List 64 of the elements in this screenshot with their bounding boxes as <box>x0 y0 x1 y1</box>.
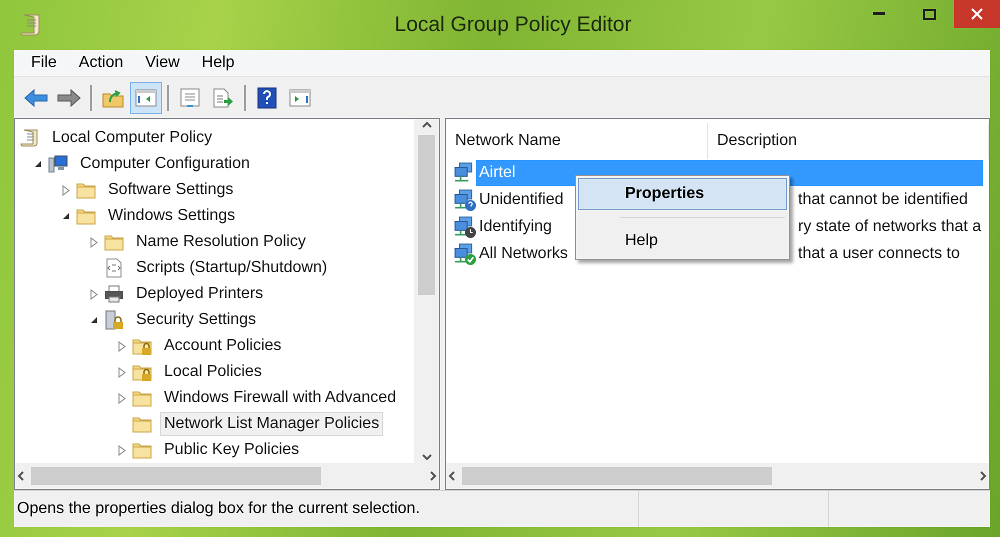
expanded-arrow-icon[interactable] <box>90 316 98 324</box>
network-description: ry state of networks that a <box>798 218 982 236</box>
collapsed-arrow-icon[interactable] <box>118 340 126 352</box>
network-clock-icon <box>454 216 476 238</box>
close-button[interactable] <box>954 0 1000 28</box>
menu-item[interactable]: Action <box>68 54 134 72</box>
expanded-arrow-icon[interactable] <box>62 212 70 220</box>
collapsed-arrow-icon[interactable] <box>118 444 126 456</box>
network-description: that cannot be identified <box>798 190 968 208</box>
tree-item[interactable]: Network List Manager Policies <box>160 412 384 436</box>
tree-item[interactable]: Deployed Printers <box>132 282 268 306</box>
collapsed-arrow-icon[interactable] <box>62 184 70 196</box>
computer-icon <box>48 154 68 174</box>
expanded-arrow-icon[interactable] <box>34 160 42 168</box>
network-name[interactable]: Identifying <box>479 218 552 236</box>
folder-arrow-icon <box>102 88 124 108</box>
server-lock-icon <box>104 310 124 330</box>
tree-item[interactable]: Public Key Policies <box>160 438 304 462</box>
minimize-icon <box>873 12 885 16</box>
collapsed-arrow-icon[interactable] <box>118 366 126 378</box>
tree-item[interactable]: Security Settings <box>132 308 260 332</box>
window-list-icon <box>179 88 201 108</box>
collapsed-arrow-icon[interactable] <box>118 392 126 404</box>
tree-item[interactable]: Local Policies <box>160 360 266 384</box>
horizontal-scrollbar[interactable] <box>15 463 439 489</box>
collapsed-arrow-icon[interactable] <box>90 288 98 300</box>
network-question-icon <box>454 188 476 210</box>
printer-icon <box>104 284 124 304</box>
tree-item[interactable]: Windows Settings <box>104 204 240 228</box>
tree-item[interactable]: Scripts (Startup/Shutdown) <box>132 256 332 280</box>
close-icon <box>971 8 983 20</box>
tree-item[interactable]: Windows Firewall with Advanced <box>160 386 400 410</box>
network-name[interactable]: All Networks <box>479 244 568 262</box>
collapsed-arrow-icon[interactable] <box>90 236 98 248</box>
scroll-icon <box>20 13 42 37</box>
menu-item[interactable]: Help <box>578 225 787 257</box>
window-title: Local Group Policy Editor <box>394 13 632 36</box>
document-arrow-icon <box>212 88 234 108</box>
tree-item[interactable]: Name Resolution Policy <box>132 230 310 254</box>
tree-item[interactable]: Account Policies <box>160 334 286 358</box>
status-text: Opens the properties dialog box for the current selection. <box>17 500 420 518</box>
tree-item[interactable]: Local Computer Policy <box>48 126 216 150</box>
pane-icon <box>289 88 311 108</box>
help-icon <box>257 86 277 108</box>
maximize-icon <box>922 8 936 20</box>
menu-item[interactable]: View <box>134 54 191 72</box>
tree-item[interactable]: Computer Configuration <box>76 152 254 176</box>
pane-icon <box>135 88 157 108</box>
network-description: that a user connects to <box>798 244 960 262</box>
menu-item[interactable]: File <box>20 54 68 72</box>
network-name: Airtel <box>479 164 516 182</box>
network-name[interactable]: Unidentified <box>479 190 564 208</box>
forward-arrow-icon <box>57 88 81 108</box>
script-icon <box>104 258 124 278</box>
back-arrow-icon <box>24 88 48 108</box>
column-header[interactable]: Description <box>708 123 989 159</box>
menu-item[interactable]: Help <box>190 54 246 72</box>
tree-item[interactable]: Software Settings <box>104 178 238 202</box>
menu-item[interactable]: Properties <box>578 178 787 210</box>
vertical-scrollbar[interactable] <box>414 119 439 463</box>
column-header[interactable]: Network Name <box>446 123 708 159</box>
network-check-icon <box>454 242 476 264</box>
horizontal-scrollbar[interactable] <box>446 463 989 489</box>
scroll-icon <box>20 128 40 148</box>
